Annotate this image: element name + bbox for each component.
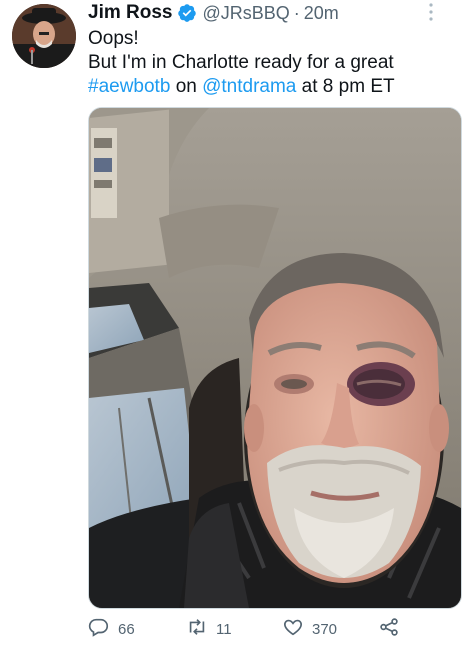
mention-link[interactable]: @tntdrama <box>202 76 296 97</box>
tweet-text-line-1: Oops! <box>88 28 139 49</box>
share-button[interactable] <box>378 616 408 642</box>
text-on: on <box>175 76 197 97</box>
retweet-count: 11 <box>216 620 232 638</box>
tweet-header: Jim Ross @JRsBBQ · 20m <box>88 0 339 26</box>
author-avatar[interactable] <box>12 4 76 68</box>
header-separator: · <box>293 2 300 23</box>
tweet-text-line-2: But I'm in Charlotte ready for a great <box>88 52 394 73</box>
retweet-button[interactable]: 11 <box>186 616 232 642</box>
like-count: 370 <box>312 620 338 638</box>
heart-icon <box>282 616 312 642</box>
verified-badge-icon <box>177 3 197 23</box>
like-button[interactable]: 370 <box>282 616 337 642</box>
reply-button[interactable]: 66 <box>88 616 135 642</box>
tweet-timestamp[interactable]: 20m <box>304 3 339 24</box>
author-handle[interactable]: @JRsBBQ <box>202 3 289 24</box>
reply-icon <box>88 616 118 642</box>
tweet-text-line-3: #aewbotb on @tntdrama at 8 pm ET <box>88 75 458 99</box>
tweet-text: Oops! But I'm in Charlotte ready for a g… <box>88 27 458 99</box>
hashtag-link[interactable]: #aewbotb <box>88 76 170 97</box>
retweet-icon <box>186 616 216 642</box>
tweet-photo[interactable] <box>88 107 462 609</box>
share-icon <box>378 616 408 642</box>
author-name[interactable]: Jim Ross <box>88 2 172 24</box>
reply-count: 66 <box>118 620 135 638</box>
more-vertical-icon[interactable] <box>428 2 434 22</box>
tweet-actions: 66 11 370 <box>88 616 458 642</box>
text-tail: at 8 pm ET <box>301 76 395 97</box>
